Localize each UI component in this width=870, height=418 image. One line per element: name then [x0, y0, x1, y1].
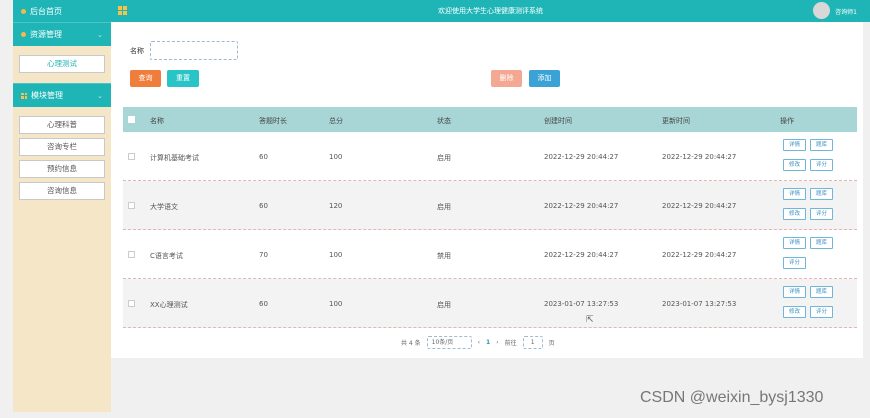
cell-name: 计算机基础考试: [150, 154, 199, 162]
detail-button[interactable]: 详情: [783, 188, 806, 200]
row-checkbox[interactable]: [128, 202, 135, 211]
sidebar-item-column[interactable]: 咨询专栏: [19, 138, 105, 156]
col-created[interactable]: 创建时间: [544, 116, 572, 126]
cell-name: XX心理测试: [150, 301, 188, 309]
table-row: 计算机基础考试 60 100 启用 2022-12-29 20:44:27 20…: [123, 132, 857, 181]
cell-duration: 60: [259, 202, 268, 210]
cell-score: 100: [329, 300, 343, 308]
col-actions: 操作: [780, 117, 794, 125]
row-checkbox[interactable]: [128, 300, 135, 309]
cell-created: 2022-12-29 20:44:27: [544, 202, 619, 210]
col-status[interactable]: 状态: [437, 116, 451, 126]
sidebar-item-science[interactable]: 心理科普: [19, 116, 105, 134]
sidebar-group-label: 资源管理: [30, 30, 62, 39]
cell-status: 启用: [437, 301, 451, 309]
search-label: 名称: [130, 47, 144, 55]
cell-score: 120: [329, 202, 343, 210]
next-page-button[interactable]: ›: [496, 339, 498, 346]
data-table: 名称 答题时长 总分 状态 创建时间 更新时间 操作 计算机基础考试 60 10…: [123, 107, 857, 328]
pager-total: 共 4 条: [401, 339, 421, 347]
table-row: 大学语文 60 120 启用 2022-12-29 20:44:27 2022-…: [123, 181, 857, 230]
cell-status: 启用: [437, 154, 451, 162]
main-panel: 名称 查询 重置 删除 添加 名称 答题时长 总分 状态 创建时间 更新时间 操…: [111, 22, 863, 358]
sidebar-item-psych-test[interactable]: 心理测试: [19, 55, 105, 73]
score-button[interactable]: 评分: [810, 159, 833, 171]
add-button[interactable]: 添加: [529, 70, 560, 87]
detail-button[interactable]: 详情: [783, 139, 806, 151]
edit-button[interactable]: 修改: [783, 208, 806, 220]
mouse-cursor-icon: ⇱: [586, 315, 594, 325]
cell-created: 2022-12-29 20:44:27: [544, 153, 619, 161]
query-button[interactable]: 查询: [130, 70, 161, 87]
sidebar-item-appointment[interactable]: 预约信息: [19, 160, 105, 178]
cell-created: 2023-01-07 13:27:53: [544, 300, 619, 308]
goto-page-input[interactable]: 1: [522, 335, 543, 349]
sidebar-home-label: 后台首页: [30, 6, 62, 16]
row-checkbox[interactable]: [128, 153, 135, 162]
score-button[interactable]: 评分: [810, 306, 833, 318]
cell-created: 2022-12-29 20:44:27: [544, 251, 619, 259]
goto-label: 前往: [504, 339, 517, 347]
question-bank-button[interactable]: 题库: [810, 237, 833, 249]
col-updated[interactable]: 更新时间: [662, 116, 690, 126]
avatar[interactable]: [813, 2, 830, 19]
delete-button[interactable]: 删除: [491, 70, 522, 87]
reset-button[interactable]: 重置: [167, 70, 199, 87]
cell-updated: 2023-01-07 13:27:53: [662, 300, 737, 308]
col-name[interactable]: 名称: [150, 116, 164, 126]
detail-button[interactable]: 详情: [783, 286, 806, 298]
cell-duration: 60: [259, 300, 268, 308]
module-icon: [21, 92, 27, 99]
question-bank-button[interactable]: 题库: [810, 139, 833, 151]
pagination: 共 4 条 10条/页 ‹ 1 › 前往 1 页: [401, 335, 555, 349]
page-suffix: 页: [548, 339, 555, 347]
prev-page-button[interactable]: ‹: [478, 339, 480, 346]
table-row: C语言考试 70 100 禁用 2022-12-29 20:44:27 2022…: [123, 230, 857, 279]
cell-duration: 70: [259, 251, 268, 259]
sidebar-group-module[interactable]: 模块管理 ⌄: [13, 83, 111, 107]
chevron-down-icon: ⌄: [97, 30, 103, 39]
cell-name: C语言考试: [150, 252, 183, 260]
cell-duration: 60: [259, 153, 268, 161]
sidebar-home[interactable]: 后台首页: [13, 0, 111, 22]
cell-score: 100: [329, 251, 343, 259]
col-score[interactable]: 总分: [329, 116, 343, 126]
cell-updated: 2022-12-29 20:44:27: [662, 202, 737, 210]
row-checkbox[interactable]: [128, 251, 135, 260]
page-title: 欢迎使用大学生心理健康测评系统: [438, 7, 543, 15]
page-number-current[interactable]: 1: [486, 339, 490, 346]
top-bar: 欢迎使用大学生心理健康测评系统 咨询师1: [111, 0, 870, 22]
page-size-select[interactable]: 10条/页: [426, 335, 472, 349]
sidebar-item-consult[interactable]: 咨询信息: [19, 182, 105, 200]
watermark: CSDN @weixin_bysj1330: [640, 389, 824, 406]
question-bank-button[interactable]: 题库: [810, 286, 833, 298]
resource-icon: [21, 32, 26, 37]
sidebar-group-resource[interactable]: 资源管理 ⌄: [13, 22, 111, 46]
sidebar-group-label: 模块管理: [31, 91, 63, 100]
sidebar: 后台首页 资源管理 ⌄ 心理测试 模块管理 ⌄ 心理科普 咨询专栏 预约信息 咨…: [13, 0, 111, 412]
cell-updated: 2022-12-29 20:44:27: [662, 153, 737, 161]
cell-status: 禁用: [437, 252, 451, 260]
home-icon: [21, 8, 26, 14]
score-button[interactable]: 评分: [810, 208, 833, 220]
cell-updated: 2022-12-29 20:44:27: [662, 251, 737, 259]
cell-score: 100: [329, 153, 343, 161]
chevron-down-icon: ⌄: [97, 91, 103, 100]
edit-button[interactable]: 修改: [783, 159, 806, 171]
edit-button[interactable]: 修改: [783, 306, 806, 318]
search-input[interactable]: [150, 41, 238, 60]
col-duration[interactable]: 答题时长: [259, 116, 287, 126]
select-all-checkbox[interactable]: [128, 116, 135, 125]
detail-button[interactable]: 详情: [783, 237, 806, 249]
cell-status: 启用: [437, 203, 451, 211]
score-button[interactable]: 评分: [783, 257, 806, 269]
table-header: 名称 答题时长 总分 状态 创建时间 更新时间 操作: [123, 107, 857, 132]
username[interactable]: 咨询师1: [835, 7, 857, 16]
question-bank-button[interactable]: 题库: [810, 188, 833, 200]
table-row: XX心理测试 60 100 启用 2023-01-07 13:27:53 202…: [123, 279, 857, 328]
cell-name: 大学语文: [150, 203, 178, 211]
